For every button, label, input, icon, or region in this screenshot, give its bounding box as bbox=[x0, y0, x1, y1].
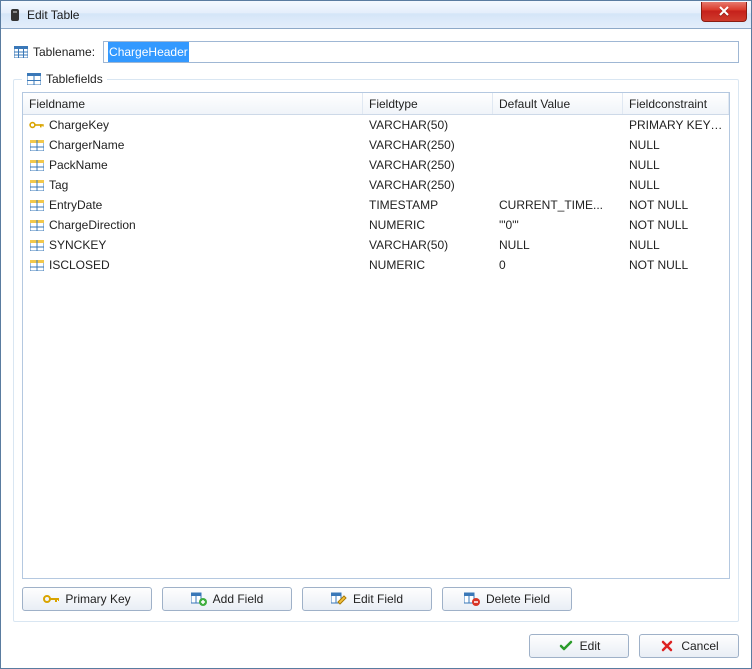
field-default: 0 bbox=[493, 258, 623, 272]
add-field-icon bbox=[191, 591, 207, 607]
client-area: Tablename: ChargeHeader Tablefields Fiel… bbox=[1, 29, 751, 632]
field-constraint: NULL bbox=[623, 158, 729, 172]
tablename-row: Tablename: ChargeHeader bbox=[13, 41, 739, 63]
table-row[interactable]: SYNCKEYVARCHAR(50)NULLNULL bbox=[23, 235, 729, 255]
header-fieldtype[interactable]: Fieldtype bbox=[363, 93, 493, 114]
field-type: TIMESTAMP bbox=[363, 198, 493, 212]
table-icon bbox=[13, 44, 29, 60]
cancel-button[interactable]: Cancel bbox=[639, 634, 739, 658]
edit-table-window: Edit Table Tablename: ChargeHeader Ta bbox=[0, 0, 752, 669]
tablename-value: ChargeHeader bbox=[108, 42, 189, 62]
field-name: SYNCKEY bbox=[49, 238, 106, 252]
add-field-button[interactable]: Add Field bbox=[162, 587, 292, 611]
field-default: NULL bbox=[493, 238, 623, 252]
field-type: VARCHAR(250) bbox=[363, 158, 493, 172]
edit-field-button[interactable]: Edit Field bbox=[302, 587, 432, 611]
tablename-input[interactable]: ChargeHeader bbox=[103, 41, 739, 63]
edit-button[interactable]: Edit bbox=[529, 634, 629, 658]
field-name: ChargeDirection bbox=[49, 218, 136, 232]
column-icon bbox=[29, 137, 45, 153]
field-constraint: NULL bbox=[623, 138, 729, 152]
header-fieldname[interactable]: Fieldname bbox=[23, 93, 363, 114]
close-button[interactable] bbox=[701, 2, 747, 22]
tablename-label: Tablename: bbox=[33, 45, 95, 59]
table-row[interactable]: ChargeKey VARCHAR(50) PRIMARY KEY N... bbox=[23, 115, 729, 135]
fields-icon bbox=[26, 71, 42, 87]
column-icon bbox=[29, 257, 45, 273]
check-icon bbox=[558, 638, 574, 654]
field-name: ChargeKey bbox=[49, 118, 109, 132]
field-constraint: NULL bbox=[623, 238, 729, 252]
field-name: ISCLOSED bbox=[49, 258, 110, 272]
field-name: PackName bbox=[49, 158, 108, 172]
table-row[interactable]: PackName VARCHAR(250) NULL bbox=[23, 155, 729, 175]
table-row[interactable]: ISCLOSED NUMERIC0NOT NULL bbox=[23, 255, 729, 275]
table-row[interactable]: Tag VARCHAR(250) NULL bbox=[23, 175, 729, 195]
field-type: VARCHAR(250) bbox=[363, 138, 493, 152]
column-icon bbox=[29, 157, 45, 173]
header-defaultvalue[interactable]: Default Value bbox=[493, 93, 623, 114]
field-type: VARCHAR(250) bbox=[363, 178, 493, 192]
field-constraint: PRIMARY KEY N... bbox=[623, 118, 729, 132]
header-fieldconstraint[interactable]: Fieldconstraint bbox=[623, 93, 729, 114]
delete-field-icon bbox=[464, 591, 480, 607]
column-icon bbox=[29, 237, 45, 253]
field-constraint: NOT NULL bbox=[623, 218, 729, 232]
column-icon bbox=[29, 177, 45, 193]
field-constraint: NOT NULL bbox=[623, 198, 729, 212]
column-icon bbox=[29, 197, 45, 213]
tablefields-label: Tablefields bbox=[46, 72, 103, 86]
field-name: ChargerName bbox=[49, 138, 124, 152]
titlebar: Edit Table bbox=[1, 1, 751, 29]
field-constraint: NOT NULL bbox=[623, 258, 729, 272]
key-icon bbox=[43, 591, 59, 607]
table-row[interactable]: ChargerName VARCHAR(250) NULL bbox=[23, 135, 729, 155]
fields-header: Fieldname Fieldtype Default Value Fieldc… bbox=[23, 93, 729, 115]
column-icon bbox=[29, 217, 45, 233]
primary-key-button[interactable]: Primary Key bbox=[22, 587, 152, 611]
delete-field-button[interactable]: Delete Field bbox=[442, 587, 572, 611]
fields-body: ChargeKeyVARCHAR(50)PRIMARY KEY N...Char… bbox=[23, 115, 729, 578]
table-row[interactable]: EntryDate TIMESTAMPCURRENT_TIME...NOT NUL… bbox=[23, 195, 729, 215]
window-title: Edit Table bbox=[27, 8, 79, 22]
field-default: CURRENT_TIME... bbox=[493, 198, 623, 212]
field-type: VARCHAR(50) bbox=[363, 238, 493, 252]
field-type: VARCHAR(50) bbox=[363, 118, 493, 132]
fields-list[interactable]: Fieldname Fieldtype Default Value Fieldc… bbox=[22, 92, 730, 579]
key-icon bbox=[29, 117, 45, 133]
field-constraint: NULL bbox=[623, 178, 729, 192]
cancel-icon bbox=[659, 638, 675, 654]
field-type: NUMERIC bbox=[363, 218, 493, 232]
field-name: EntryDate bbox=[49, 198, 102, 212]
field-name: Tag bbox=[49, 178, 68, 192]
table-row[interactable]: ChargeDirection NUMERIC'"0"'NOT NULL bbox=[23, 215, 729, 235]
dialog-footer: Edit Cancel bbox=[1, 632, 751, 668]
field-default: '"0"' bbox=[493, 218, 623, 232]
field-buttons-row: Primary Key Add Field Edit Field bbox=[22, 587, 730, 611]
tablefields-group: Tablefields Fieldname Fieldtype Default … bbox=[13, 79, 739, 622]
edit-field-icon bbox=[331, 591, 347, 607]
app-icon bbox=[7, 7, 23, 23]
field-type: NUMERIC bbox=[363, 258, 493, 272]
